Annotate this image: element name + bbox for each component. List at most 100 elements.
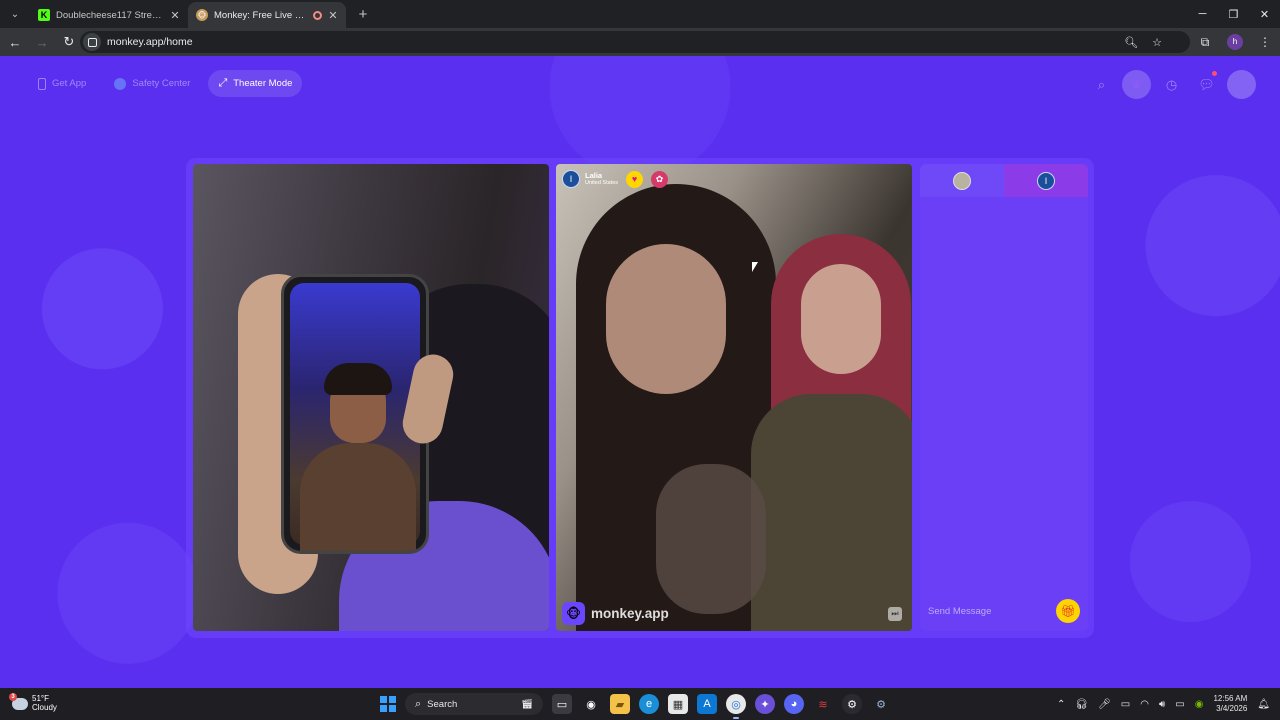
history-icon[interactable]: ◷ [1157, 70, 1186, 99]
nav-label: Theater Mode [233, 78, 293, 89]
minimize-button[interactable]: ─ [1187, 0, 1218, 28]
tab-doublecheese[interactable]: K Doublecheese117 Stream - Wa ✕ [30, 2, 188, 28]
peer-tag[interactable]: I Lalia United States ♥ ✿ [562, 170, 669, 188]
site-info-icon[interactable] [83, 33, 101, 51]
extensions-icon[interactable]: ⧉ [1190, 35, 1220, 50]
phone-person-hair [324, 363, 392, 395]
messages-icon[interactable]: 💬︎ [1192, 70, 1221, 99]
chat-panel: I Send Message 🎁︎ [920, 164, 1088, 631]
chat-header: I [920, 164, 1088, 197]
reload-button[interactable]: ↻ [57, 30, 81, 54]
mouse-cursor [752, 262, 758, 272]
chat-tab-me[interactable] [920, 164, 1004, 197]
store-icon[interactable]: ▦ [668, 694, 688, 714]
zoom-icon[interactable]: 🔍︎ [1124, 36, 1138, 49]
close-window-button[interactable]: ✕ [1249, 0, 1280, 28]
monkey-icon: 🐵 [196, 9, 208, 21]
microphone-icon[interactable]: 🎤︎ [1098, 699, 1111, 710]
url-text[interactable]: monkey.app/home [107, 36, 193, 48]
peer-avatar[interactable]: I [562, 170, 580, 188]
date: 3/4/2026 [1216, 704, 1248, 713]
close-icon[interactable]: ✕ [170, 9, 180, 22]
skip-icon[interactable]: ⏭ [888, 607, 902, 621]
taskbar: 3 51°F Cloudy ⌕ Search 🎬︎ ▭ ◉ ▰ e ▦ A ◎ … [0, 688, 1280, 720]
file-explorer-icon[interactable]: ▰ [610, 694, 630, 714]
obs-icon[interactable]: ◉ [581, 694, 601, 714]
phone-screen [290, 283, 420, 551]
site-nav: Get App Safety Center ⤢ Theater Mode [28, 70, 303, 97]
nvidia-icon[interactable]: ◉ [1195, 699, 1204, 710]
forward-button[interactable]: → [30, 30, 54, 54]
notification-bell-icon[interactable]: 🔔︎ [1257, 699, 1270, 710]
peer-country: United States [585, 180, 619, 186]
my-avatar [953, 171, 971, 190]
crown-icon[interactable]: ♛ [1122, 70, 1151, 99]
taskbar-apps: ⌕ Search 🎬︎ ▭ ◉ ▰ e ▦ A ◎ ✦ ◕ ≋ ⚙ ⚙ [380, 693, 891, 719]
peer-name: Lalia [585, 170, 603, 180]
phone-icon [38, 77, 46, 90]
recording-icon [313, 10, 322, 20]
system-tray: ⌃ 🎧︎ 🎤︎ ▭ ◠ 🔊︎ ▭ ◉ 12:56 AM 3/4/2026 🔔︎ [1057, 694, 1270, 713]
weather-condition: Cloudy [32, 703, 57, 712]
tab-monkey[interactable]: 🐵 Monkey: Free Live Video Ch ✕ [188, 2, 346, 28]
video-person2-face [801, 264, 881, 374]
steam-icon[interactable]: ⚙ [842, 694, 862, 714]
watermark-text: monkey.app [591, 606, 669, 621]
stack-app-icon[interactable]: ≋ [813, 694, 833, 714]
nav-label: Safety Center [132, 78, 191, 89]
nav-theater-mode[interactable]: ⤢ Theater Mode [208, 70, 303, 97]
task-view-icon[interactable]: ▭ [552, 694, 572, 714]
azure-icon[interactable]: A [697, 694, 717, 714]
search-icon[interactable]: ⌕ [1087, 70, 1116, 99]
site-header-icons: ⌕ ♛ ◷ 💬︎ [1087, 70, 1256, 99]
taskbar-search[interactable]: ⌕ Search 🎬︎ [405, 693, 543, 715]
wifi-icon[interactable]: ◠ [1140, 699, 1149, 710]
edge-icon[interactable]: e [639, 694, 659, 714]
peer-avatar: I [1037, 171, 1055, 190]
profile-avatar[interactable]: h [1227, 34, 1243, 50]
volume-icon[interactable]: 🔊︎ [1159, 699, 1165, 710]
chat-input-bar: Send Message 🎁︎ [920, 591, 1088, 631]
settings-icon[interactable]: ⚙ [871, 694, 891, 714]
clock[interactable]: 12:56 AM 3/4/2026 [1213, 694, 1247, 713]
browser-menu-icon[interactable]: ⋮ [1250, 35, 1280, 49]
rose-badge-icon[interactable]: ✿ [651, 170, 669, 188]
discord-icon[interactable]: ◕ [784, 694, 804, 714]
back-button[interactable]: ← [3, 30, 27, 54]
search-highlight-icon: 🎬︎ [520, 698, 533, 710]
self-video [193, 164, 549, 631]
gift-icon[interactable]: 🎁︎ [1056, 599, 1080, 623]
address-bar[interactable]: monkey.app/home 🔍︎ ☆ [80, 31, 1190, 53]
headset-icon[interactable]: 🎧︎ [1075, 699, 1088, 710]
battery-icon[interactable]: ▭ [1175, 699, 1184, 710]
weather-widget[interactable]: 3 51°F Cloudy [9, 693, 57, 713]
windows-start-icon[interactable] [380, 696, 396, 712]
restore-button[interactable]: ❐ [1218, 0, 1249, 28]
nav-get-app[interactable]: Get App [28, 70, 96, 97]
weather-badge: 3 [9, 693, 17, 701]
search-icon: ⌕ [415, 697, 422, 710]
search-label: Search [427, 698, 458, 710]
video-stage: I Lalia United States ♥ ✿ 🐵 monkey.app ⏭ [186, 158, 1094, 638]
user-avatar[interactable] [1227, 70, 1256, 99]
chrome-icon[interactable]: ◎ [726, 694, 746, 719]
tab-title: Monkey: Free Live Video Ch [214, 9, 307, 21]
tab-title: Doublecheese117 Stream - Wa [56, 9, 164, 21]
chat-tab-peer[interactable]: I [1004, 164, 1088, 197]
new-tab-button[interactable]: + [352, 3, 374, 25]
browser-toolbar: ← → ↻ monkey.app/home 🔍︎ ☆ ⧉ h ⋮ [0, 28, 1280, 56]
tray-overflow-icon[interactable]: ⌃ [1057, 699, 1065, 710]
streamer-app-icon[interactable]: ✦ [755, 694, 775, 714]
peer-video: I Lalia United States ♥ ✿ 🐵 monkey.app ⏭ [556, 164, 912, 631]
shield-icon [114, 77, 127, 90]
heart-badge-icon[interactable]: ♥ [626, 170, 644, 188]
nav-safety-center[interactable]: Safety Center [104, 70, 200, 97]
monkey-page: Get App Safety Center ⤢ Theater Mode ⌕ ♛… [0, 56, 1280, 688]
display-icon[interactable]: ▭ [1121, 699, 1130, 710]
tab-search-menu-button[interactable]: ⌄ [4, 3, 26, 25]
message-input[interactable]: Send Message [928, 606, 1056, 617]
cloud-icon: 3 [9, 693, 28, 710]
close-icon[interactable]: ✕ [328, 9, 338, 22]
bookmark-star-icon[interactable]: ☆ [1152, 36, 1162, 49]
kick-icon: K [38, 9, 50, 21]
